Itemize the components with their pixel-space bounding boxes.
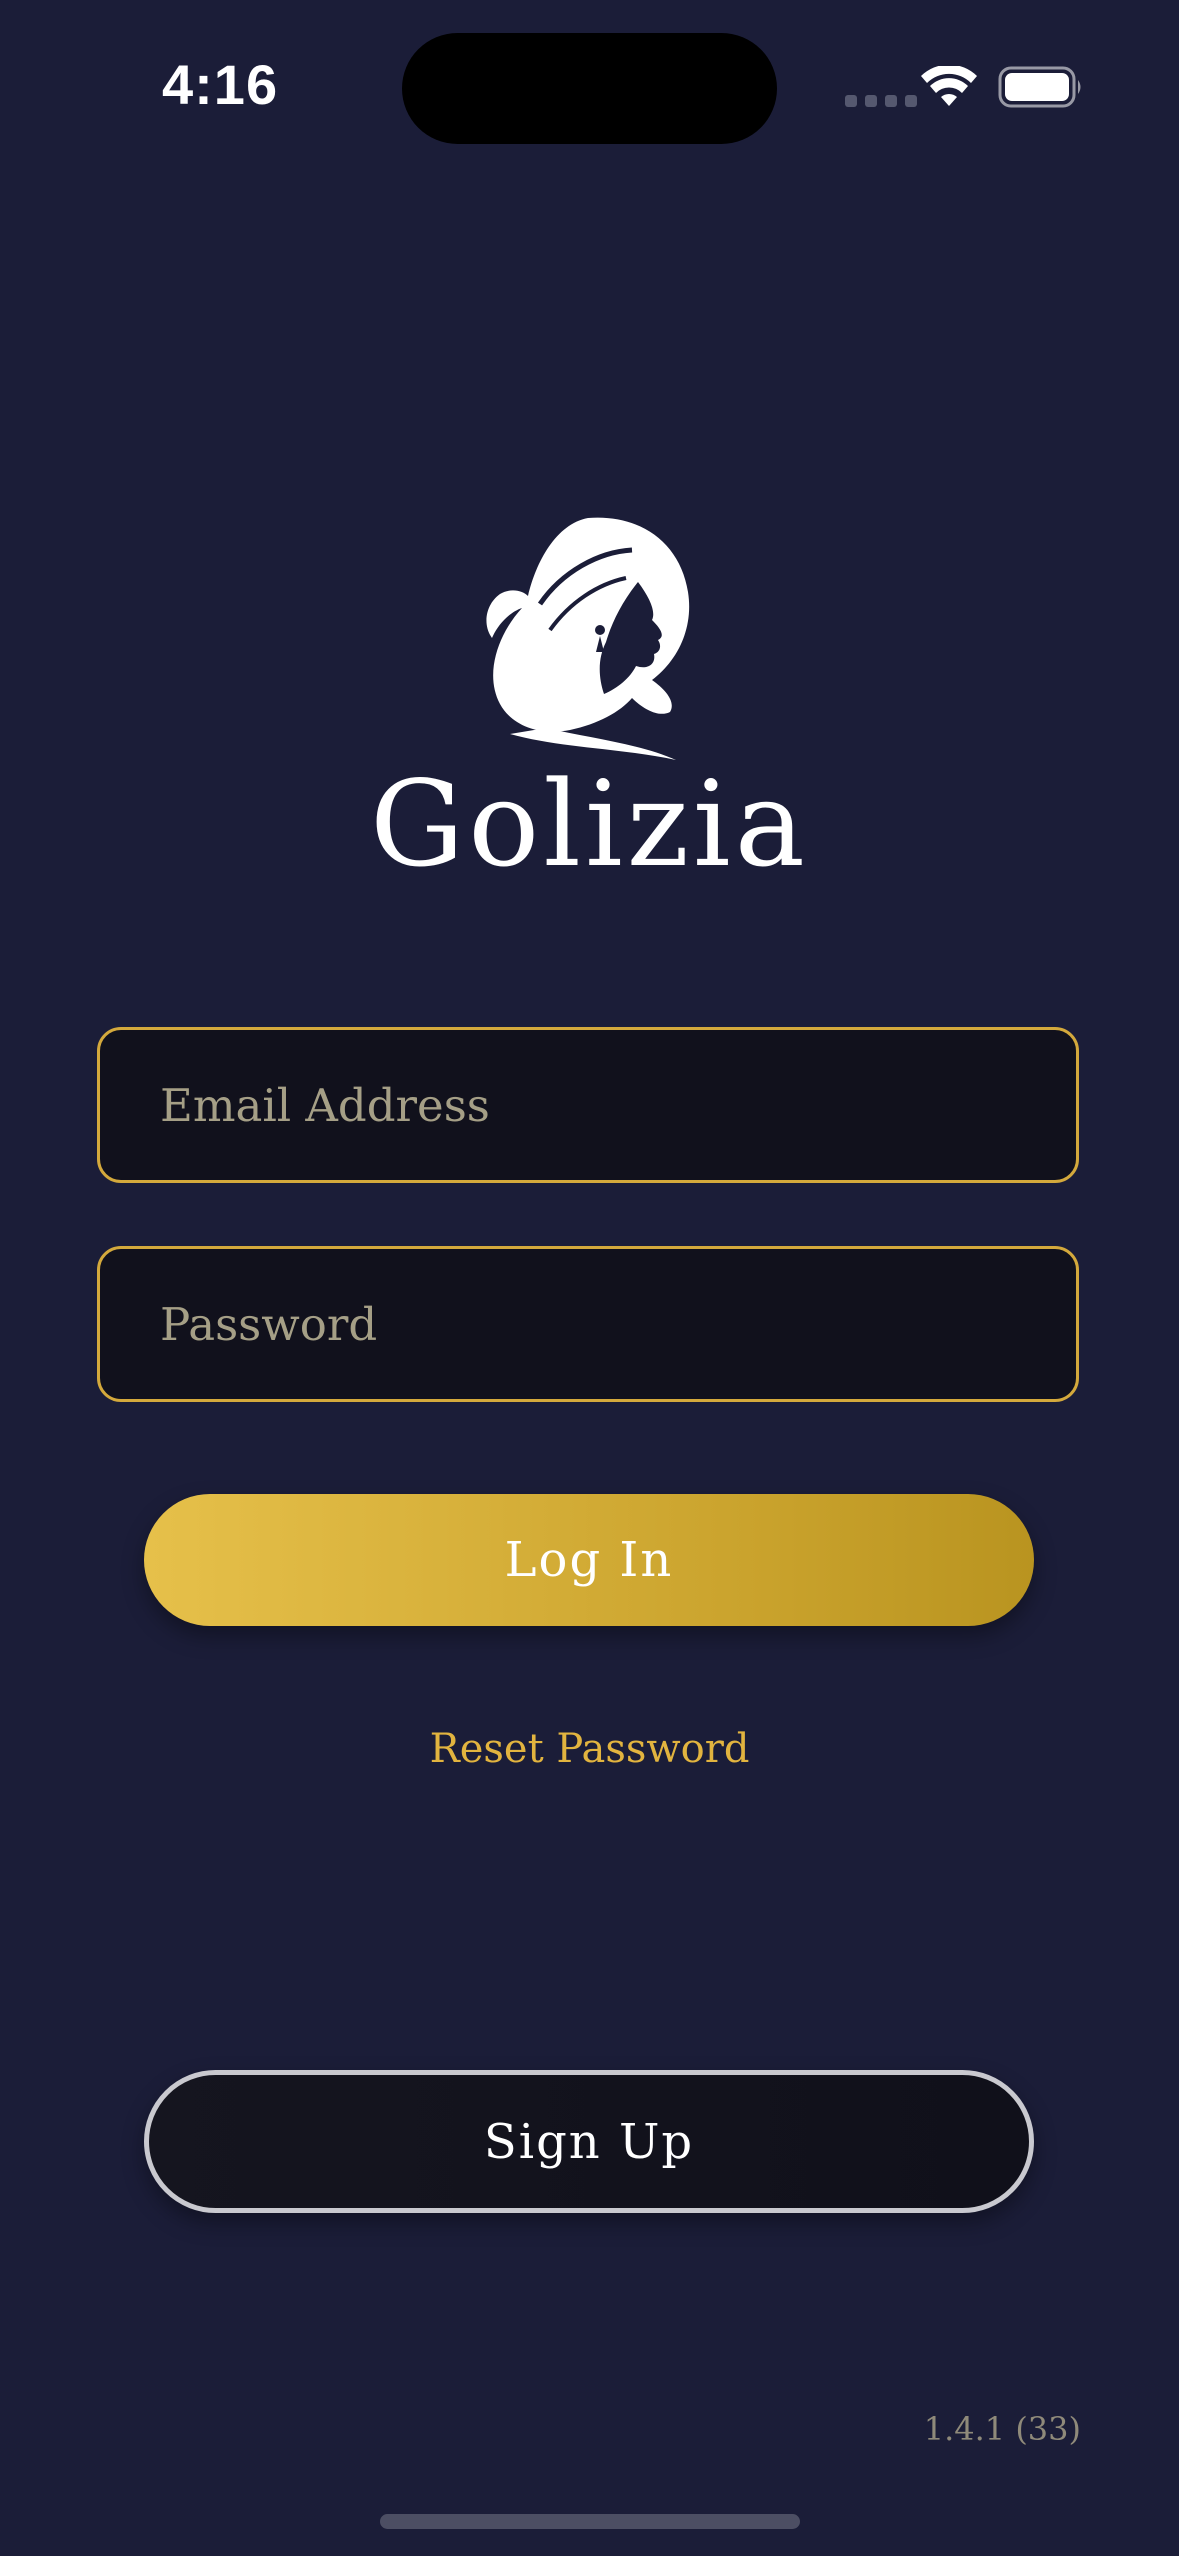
- version-label: 1.4.1 (33): [923, 2410, 1081, 2448]
- status-time: 4:16: [162, 53, 279, 116]
- status-bar: 4:16: [0, 0, 1179, 170]
- email-field[interactable]: [97, 1027, 1079, 1183]
- password-input[interactable]: [158, 1296, 1076, 1352]
- wifi-icon: [921, 66, 977, 106]
- cellular-signal-icon: [845, 95, 917, 107]
- home-indicator[interactable]: [380, 2514, 800, 2529]
- password-field[interactable]: [97, 1246, 1079, 1402]
- signup-button[interactable]: Sign Up: [144, 2070, 1034, 2213]
- woman-profile-logo-icon: [486, 517, 690, 760]
- reset-password-link[interactable]: Reset Password: [0, 1726, 1179, 1772]
- brand-name: Golizia: [369, 755, 810, 893]
- battery-icon: [998, 66, 1081, 108]
- dynamic-island: [402, 33, 777, 144]
- email-input[interactable]: [158, 1077, 1076, 1133]
- login-button[interactable]: Log In: [144, 1494, 1034, 1626]
